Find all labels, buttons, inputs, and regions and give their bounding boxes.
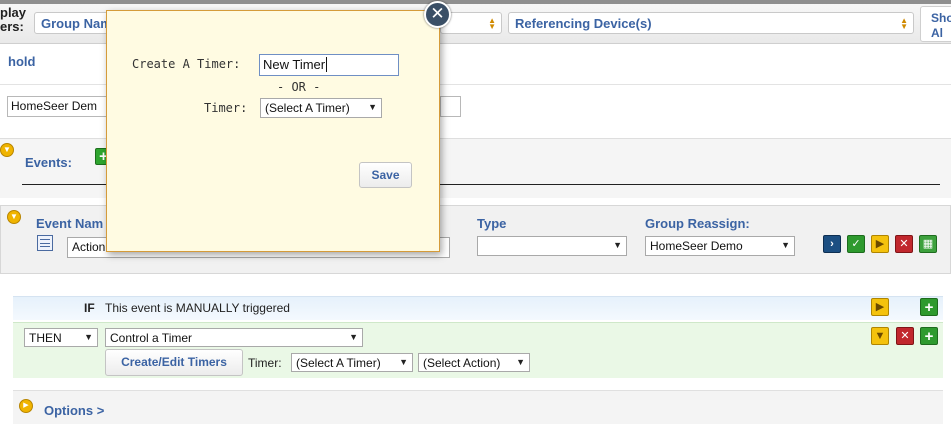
chevron-down-icon: ▼ — [516, 357, 525, 367]
close-dialog-button[interactable]: ✕ — [424, 1, 451, 28]
options-expand-icon[interactable]: ▶ — [19, 399, 33, 413]
timer-label: Timer: — [248, 356, 282, 370]
show-all-button[interactable]: Sho Al — [920, 6, 951, 42]
display-filters-label: play ers: — [0, 5, 27, 34]
type-label: Type — [477, 216, 507, 231]
timer-action-select[interactable]: (Select Action) ▼ — [418, 353, 530, 372]
chevron-down-icon: ▼ — [399, 357, 408, 367]
plus-icon: + — [924, 328, 934, 345]
action-collapse-button[interactable]: ▼ — [871, 327, 889, 345]
group-header-text: hold — [8, 54, 36, 69]
delete-event-button[interactable]: ✕ — [895, 235, 913, 253]
chevron-down-icon: ▼ — [349, 332, 358, 342]
select-arrows-icon: ▲ ▼ — [900, 16, 908, 31]
referencing-device-filter-select[interactable]: Referencing Device(s) ▲ ▼ — [508, 12, 914, 34]
delete-action-button[interactable]: ✕ — [896, 327, 914, 345]
play-icon: ▶ — [875, 301, 885, 313]
timer-name-input[interactable]: New Timer — [259, 54, 399, 76]
modal-timer-label: Timer: — [204, 101, 248, 115]
chevron-down-icon: ▼ — [84, 332, 93, 342]
create-timer-label: Create A Timer: — [132, 57, 241, 71]
action-type-select[interactable]: Control a Timer ▼ — [105, 328, 363, 347]
plus-icon: + — [924, 299, 934, 316]
delete-icon: ✕ — [900, 330, 910, 342]
check-icon: ✓ — [851, 238, 861, 250]
collapse-toggle-icon[interactable]: ▼ — [0, 143, 14, 157]
events-label: Events: — [25, 155, 72, 170]
create-edit-timers-button[interactable]: Create/Edit Timers — [105, 349, 243, 376]
group-reassign-select[interactable]: HomeSeer Demo ▼ — [645, 236, 795, 256]
select-arrows-icon: ▲ ▼ — [488, 16, 496, 31]
play-icon: ▶ — [875, 238, 885, 250]
options-link[interactable]: Options > — [44, 403, 104, 418]
timer-select[interactable]: (Select A Timer) ▼ — [291, 353, 413, 372]
or-separator: - OR - — [277, 80, 321, 94]
text-cursor — [326, 57, 328, 72]
trigger-expand-button[interactable]: ▶ — [871, 298, 889, 316]
modal-timer-select[interactable]: (Select A Timer) ▼ — [260, 98, 382, 118]
chevron-down-icon: ▼ — [613, 240, 622, 250]
group-input-end[interactable] — [440, 96, 461, 117]
add-action-button[interactable]: + — [920, 327, 938, 345]
chevron-down-icon: ▼ — [781, 240, 790, 250]
add-trigger-button[interactable]: + — [920, 298, 938, 316]
if-keyword: IF — [84, 301, 95, 315]
then-keyword-select[interactable]: THEN ▼ — [24, 328, 98, 347]
options-row — [13, 390, 943, 424]
calendar-button[interactable]: ▦ — [919, 235, 937, 253]
event-name-label: Event Nam — [36, 216, 104, 231]
trigger-description: This event is MANUALLY triggered — [105, 301, 290, 315]
enable-event-button[interactable]: ✓ — [847, 235, 865, 253]
calendar-icon: ▦ — [922, 238, 934, 250]
delete-icon: ✕ — [899, 238, 909, 250]
group-name-input[interactable]: HomeSeer Dem — [7, 96, 109, 117]
event-collapse-toggle-icon[interactable]: ▼ — [7, 210, 21, 224]
run-event-button[interactable]: › — [823, 235, 841, 253]
close-icon: ✕ — [430, 4, 445, 23]
run-icon: › — [830, 238, 834, 250]
create-timer-dialog — [106, 10, 440, 252]
play-event-button[interactable]: ▶ — [871, 235, 889, 253]
save-button[interactable]: Save — [359, 162, 412, 188]
chevron-down-icon: ▼ — [874, 330, 886, 342]
chevron-down-icon: ▼ — [368, 102, 377, 112]
type-select[interactable]: ▼ — [477, 236, 627, 256]
group-reassign-label: Group Reassign: — [645, 216, 750, 231]
event-properties-icon[interactable] — [37, 235, 53, 251]
